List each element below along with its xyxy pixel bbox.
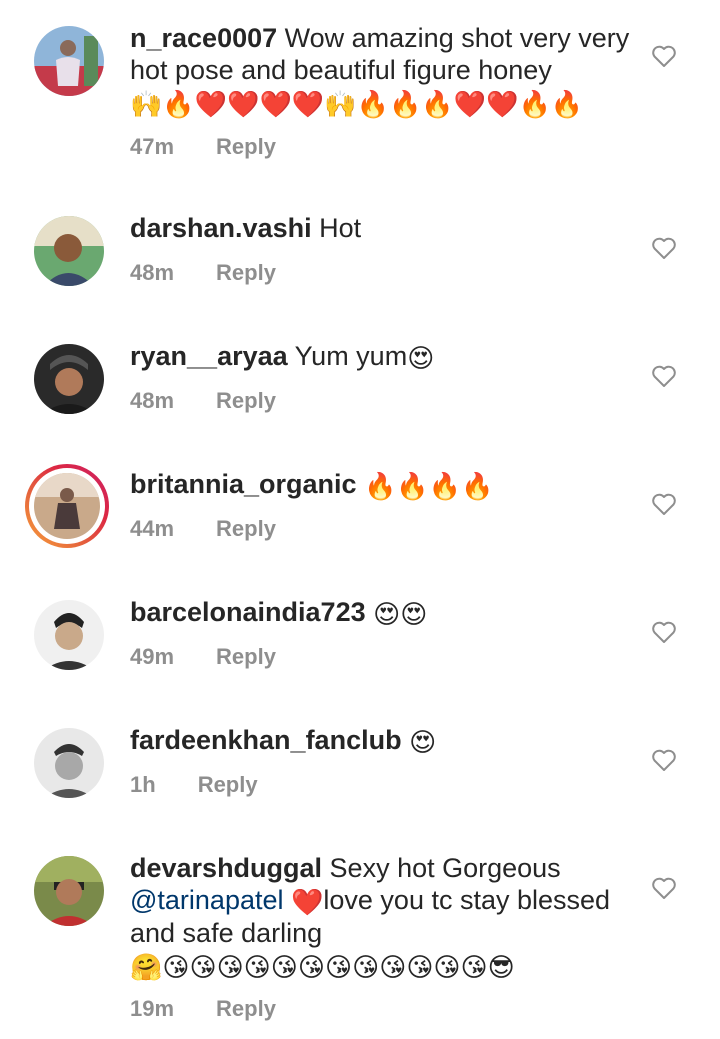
reply-button[interactable]: Reply <box>198 772 258 797</box>
comment-text: devarshduggal Sexy hot Gorgeous @tarinap… <box>130 852 630 982</box>
heart-outline-icon[interactable] <box>651 492 677 516</box>
comment-emojis: 🤗😘😘😘😘😘😘😘😘😘😘😘😘😎 <box>130 952 515 982</box>
comment-body <box>357 469 365 499</box>
comment-meta: 47m Reply <box>130 134 276 160</box>
comment-meta: 48m Reply <box>130 388 276 414</box>
timestamp: 19m <box>130 996 175 1021</box>
comment-body <box>402 725 410 755</box>
username[interactable]: n_race0007 <box>130 23 277 53</box>
comment-item: darshan.vashi Hot 48m Reply <box>0 190 720 318</box>
heart-outline-icon[interactable] <box>651 364 677 388</box>
reply-button[interactable]: Reply <box>216 134 276 159</box>
username[interactable]: ryan__aryaa <box>130 341 288 371</box>
avatar-story-ring[interactable] <box>25 464 109 548</box>
comment-meta: 44m Reply <box>130 516 276 542</box>
reply-button[interactable]: Reply <box>216 260 276 285</box>
comment-emojis: 🙌🔥❤️❤️❤️❤️🙌🔥🔥🔥❤️❤️🔥🔥 <box>130 89 584 119</box>
heart-emoji: ❤️ <box>291 887 324 917</box>
avatar[interactable] <box>34 856 104 926</box>
comment-item: devarshduggal Sexy hot Gorgeous @tarinap… <box>0 830 720 1039</box>
comment-body: Hot <box>311 213 362 243</box>
avatar[interactable] <box>34 26 104 96</box>
comment-text: fardeenkhan_fanclub 😍 <box>130 724 630 757</box>
comment-text: britannia_organic 🔥🔥🔥🔥 <box>130 468 630 501</box>
username[interactable]: barcelonaindia723 <box>130 597 366 627</box>
timestamp: 48m <box>130 388 175 413</box>
username[interactable]: britannia_organic <box>130 469 357 499</box>
comment-item: n_race0007 Wow amazing shot very very ho… <box>0 0 720 190</box>
comment-meta: 19m Reply <box>130 996 276 1022</box>
comment-item: fardeenkhan_fanclub 😍 1h Reply <box>0 702 720 830</box>
comment-meta: 1h Reply <box>130 772 258 798</box>
comment-emojis: 😍 <box>409 727 437 757</box>
comment-item: ryan__aryaa Yum yum😍 48m Reply <box>0 318 720 446</box>
heart-outline-icon[interactable] <box>651 876 677 900</box>
comment-emojis: 😍 <box>407 343 435 373</box>
heart-outline-icon[interactable] <box>651 236 677 260</box>
comment-body <box>366 597 374 627</box>
comment-emojis: 😍😍 <box>373 599 428 629</box>
timestamp: 44m <box>130 516 175 541</box>
username[interactable]: devarshduggal <box>130 853 322 883</box>
timestamp: 47m <box>130 134 175 159</box>
mention-link[interactable]: @tarinapatel <box>130 885 284 915</box>
username[interactable]: darshan.vashi <box>130 213 312 243</box>
comment-body: Sexy hot Gorgeous <box>322 853 561 883</box>
comment-emojis: 🔥🔥🔥🔥 <box>364 471 494 501</box>
heart-outline-icon[interactable] <box>651 620 677 644</box>
avatar[interactable] <box>34 728 104 798</box>
timestamp: 49m <box>130 644 175 669</box>
timestamp: 1h <box>130 772 156 797</box>
reply-button[interactable]: Reply <box>216 644 276 669</box>
comment-body: Yum yum <box>287 341 408 371</box>
comment-item: britannia_organic 🔥🔥🔥🔥 44m Reply <box>0 446 720 574</box>
reply-button[interactable]: Reply <box>216 516 276 541</box>
comment-meta: 49m Reply <box>130 644 276 670</box>
heart-outline-icon[interactable] <box>651 44 677 68</box>
comment-text: n_race0007 Wow amazing shot very very ho… <box>130 22 630 119</box>
timestamp: 48m <box>130 260 175 285</box>
reply-button[interactable]: Reply <box>216 388 276 413</box>
username[interactable]: fardeenkhan_fanclub <box>130 725 402 755</box>
comment-item: barcelonaindia723 😍😍 49m Reply <box>0 574 720 702</box>
comment-text: darshan.vashi Hot <box>130 212 630 244</box>
heart-outline-icon[interactable] <box>651 748 677 772</box>
avatar[interactable] <box>34 216 104 286</box>
reply-button[interactable]: Reply <box>216 996 276 1021</box>
comment-text: ryan__aryaa Yum yum😍 <box>130 340 630 373</box>
avatar[interactable] <box>34 600 104 670</box>
comment-meta: 48m Reply <box>130 260 276 286</box>
avatar[interactable] <box>34 344 104 414</box>
comment-text: barcelonaindia723 😍😍 <box>130 596 630 629</box>
